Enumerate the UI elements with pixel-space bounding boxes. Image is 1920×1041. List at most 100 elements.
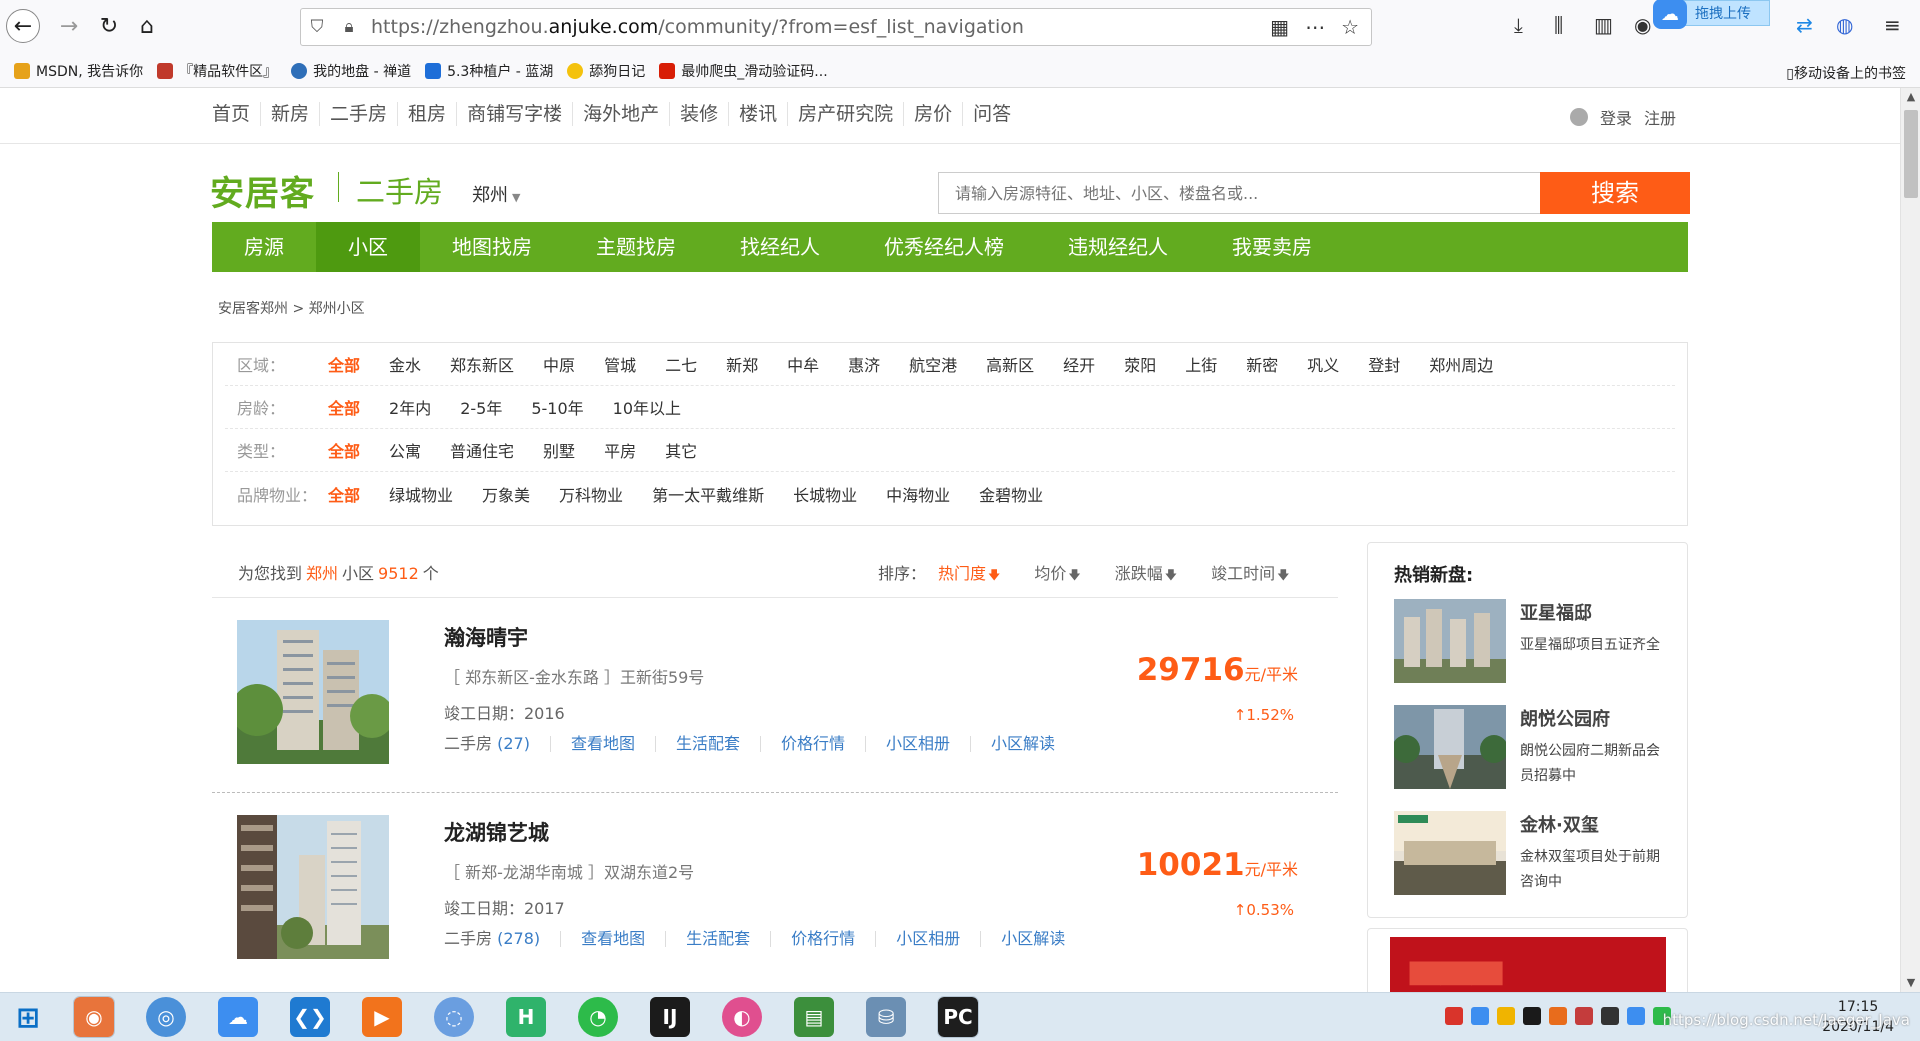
filter-option[interactable]: 中原 [543, 352, 575, 376]
sort-option[interactable]: 热门度 🡇 [938, 560, 1000, 587]
mobile-bookmarks[interactable]: ▯移动设备上的书签 [1786, 63, 1906, 83]
main-nav-item[interactable]: 违规经纪人 [1036, 222, 1200, 272]
bookmark-item[interactable]: 舔狗日记 [567, 61, 645, 81]
login-link[interactable]: 登录 [1600, 105, 1632, 129]
library-icon[interactable]: ⫼ [1554, 13, 1563, 37]
filter-option[interactable]: 全部 [328, 438, 360, 462]
filter-option[interactable]: 新郑 [726, 352, 758, 376]
top-nav-link[interactable]: 楼讯 [729, 102, 789, 126]
filter-option[interactable]: 5-10年 [531, 395, 583, 419]
top-nav-link[interactable]: 租房 [398, 102, 458, 126]
filter-option[interactable]: 经开 [1063, 352, 1095, 376]
filter-option[interactable]: 2-5年 [460, 395, 502, 419]
site-logo[interactable]: 安居客 [210, 166, 315, 215]
media-player-icon[interactable]: ▶ [362, 997, 402, 1037]
tray-qq-icon[interactable] [1497, 1007, 1515, 1025]
sort-option[interactable]: 竣工时间 🡇 [1211, 560, 1289, 587]
spreadsheet-icon[interactable]: ▤ [794, 997, 834, 1037]
filter-option[interactable]: 管城 [604, 352, 636, 376]
account-icon[interactable]: ◉ [1634, 13, 1651, 37]
map-link[interactable]: 查看地图 [560, 931, 665, 947]
top-nav-link[interactable]: 房产研究院 [788, 102, 905, 126]
main-nav-item[interactable]: 房源 [212, 222, 316, 272]
filter-option[interactable]: 高新区 [986, 352, 1034, 376]
tray-cloud-icon[interactable] [1471, 1007, 1489, 1025]
network-icon[interactable] [1601, 1007, 1619, 1025]
filter-option[interactable]: 登封 [1368, 352, 1400, 376]
filter-option[interactable]: 巩义 [1307, 352, 1339, 376]
filter-option[interactable]: 中牟 [787, 352, 819, 376]
filter-option[interactable]: 郑州周边 [1429, 352, 1493, 376]
filter-option[interactable]: 二七 [665, 352, 697, 376]
filter-option[interactable]: 2年内 [389, 395, 431, 419]
tray-settings-icon[interactable] [1549, 1007, 1567, 1025]
scroll-up-icon[interactable]: ▲ [1901, 88, 1920, 106]
main-nav-item[interactable]: 主题找房 [564, 222, 708, 272]
top-nav-link[interactable]: 海外地产 [573, 102, 671, 126]
filter-option[interactable]: 新密 [1246, 352, 1278, 376]
qr-code-icon[interactable]: ▦ [1270, 15, 1289, 39]
review-link[interactable]: 小区解读 [970, 736, 1075, 752]
scroll-down-icon[interactable]: ▼ [1901, 974, 1920, 992]
upload-widget[interactable]: ☁ 拖拽上传 [1653, 0, 1770, 29]
url-text[interactable]: https://zhengzhou.anjuke.com/community/?… [371, 16, 1270, 38]
top-nav-link[interactable]: 二手房 [320, 102, 399, 126]
album-link[interactable]: 小区相册 [865, 736, 970, 752]
sync-icon[interactable]: ⇄ [1796, 13, 1813, 37]
community-name[interactable]: 龙湖锦艺城 [444, 817, 549, 847]
project-name[interactable]: 亚星福邸 [1520, 599, 1592, 625]
database-icon[interactable]: ⛁ [866, 997, 906, 1037]
chrome-icon[interactable]: ◎ [146, 997, 186, 1037]
forward-button[interactable]: → [52, 9, 86, 43]
tray-app2-icon[interactable] [1575, 1007, 1593, 1025]
filter-option[interactable]: 万象美 [482, 482, 530, 506]
bookmark-item[interactable]: 『精品软件区』 [157, 61, 277, 81]
album-link[interactable]: 小区相册 [875, 931, 980, 947]
filter-option[interactable]: 中海物业 [886, 482, 950, 506]
price-trend-link[interactable]: 价格行情 [770, 931, 875, 947]
sort-option[interactable]: 均价 🡇 [1034, 560, 1080, 587]
app-ring-icon[interactable]: ◌ [434, 997, 474, 1037]
filter-option[interactable]: 上街 [1185, 352, 1217, 376]
search-input[interactable] [938, 172, 1542, 214]
filter-option[interactable]: 全部 [328, 352, 360, 376]
top-nav-link[interactable]: 商铺写字楼 [457, 102, 574, 126]
color-ball-icon[interactable]: ◐ [722, 997, 762, 1037]
wechat-icon[interactable]: ◔ [578, 997, 618, 1037]
breadcrumb[interactable]: 安居客郑州 > 郑州小区 [218, 298, 365, 318]
bookmark-item[interactable]: 最帅爬虫_滑动验证码... [659, 61, 828, 81]
top-nav-link[interactable]: 首页 [210, 102, 262, 126]
menu-icon[interactable]: ≡ [1884, 13, 1901, 37]
baidu-netdisk-icon[interactable]: ☁ [218, 997, 258, 1037]
top-nav-link[interactable]: 装修 [670, 102, 730, 126]
more-icon[interactable]: ⋯ [1305, 15, 1325, 39]
community-name[interactable]: 瀚海晴宇 [444, 622, 528, 652]
bookmark-item[interactable]: 5.3种植户 - 蓝湖 [425, 61, 553, 81]
esf-listings-link[interactable]: 二手房 (27) [444, 736, 550, 752]
filter-option[interactable]: 普通住宅 [450, 438, 514, 462]
project-name[interactable]: 朗悦公园府 [1520, 705, 1610, 731]
community-photo[interactable] [237, 620, 389, 764]
project-name[interactable]: 金林·双玺 [1520, 811, 1599, 837]
pycharm-icon[interactable]: PC [937, 996, 979, 1038]
filter-option[interactable]: 航空港 [909, 352, 957, 376]
tray-app-icon[interactable] [1445, 1007, 1463, 1025]
filter-option[interactable]: 郑东新区 [450, 352, 514, 376]
vscode-icon[interactable]: ❮❯ [290, 997, 330, 1037]
project-item[interactable]: 朗悦公园府 朗悦公园府二期新品会员招募中 [1394, 705, 1684, 791]
filter-option[interactable]: 全部 [328, 395, 360, 419]
intellij-icon[interactable]: IJ [650, 997, 690, 1037]
sort-option[interactable]: 涨跌幅 🡇 [1115, 560, 1177, 587]
community-photo[interactable] [237, 815, 389, 959]
main-nav-item[interactable]: 找经纪人 [708, 222, 852, 272]
filter-option[interactable]: 平房 [604, 438, 636, 462]
filter-option[interactable]: 惠济 [848, 352, 880, 376]
bookmark-star-icon[interactable]: ☆ [1341, 15, 1359, 39]
register-link[interactable]: 注册 [1644, 105, 1676, 129]
download-icon[interactable]: ⤓ [1514, 13, 1523, 37]
amenities-link[interactable]: 生活配套 [665, 931, 770, 947]
top-nav-link[interactable]: 房价 [904, 102, 964, 126]
filter-option[interactable]: 金水 [389, 352, 421, 376]
filter-option[interactable]: 别墅 [543, 438, 575, 462]
reload-button[interactable]: ↻ [92, 9, 126, 43]
